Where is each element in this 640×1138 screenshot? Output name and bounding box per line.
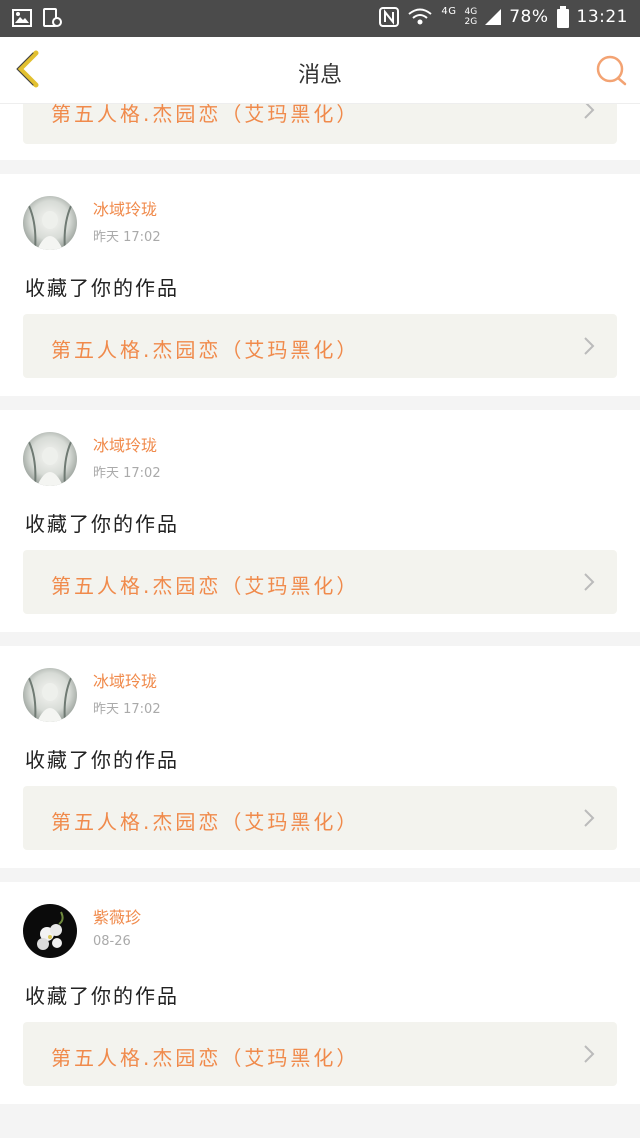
action-text: 收藏了你的作品	[25, 984, 179, 1008]
work-title: 第五人格.杰园恋（艾玛黑化）	[51, 104, 360, 126]
timestamp: 08-26	[93, 934, 131, 949]
timestamp: 昨天 17:02	[93, 230, 161, 245]
action-text: 收藏了你的作品	[25, 512, 179, 536]
user-meta: 紫薇珍 08-26	[93, 908, 141, 949]
user-row[interactable]: 紫薇珍 08-26	[23, 904, 141, 958]
work-title: 第五人格.杰园恋（艾玛黑化）	[51, 1046, 360, 1070]
work-title: 第五人格.杰园恋（艾玛黑化）	[51, 810, 360, 834]
username[interactable]: 冰域玲珑	[93, 200, 161, 220]
search-button[interactable]	[594, 53, 628, 87]
user-row[interactable]: 冰域玲珑 昨天 17:02	[23, 668, 161, 722]
network2-label: 4G 2G	[464, 7, 478, 27]
nfc-icon	[379, 7, 400, 27]
user-row[interactable]: 冰域玲珑 昨天 17:02	[23, 196, 161, 250]
status-left-icons	[12, 8, 62, 28]
action-text: 收藏了你的作品	[25, 748, 179, 772]
user-meta: 冰域玲珑 昨天 17:02	[93, 672, 161, 717]
message-card: 紫薇珍 08-26 收藏了你的作品 第五人格.杰园恋（艾玛黑化）	[0, 882, 640, 1104]
gallery-icon	[12, 9, 32, 27]
device-icon	[43, 8, 62, 27]
clock: 13:21	[576, 7, 628, 27]
message-card: 冰域玲珑 昨天 17:02 收藏了你的作品 第五人格.杰园恋（艾玛黑化）	[0, 646, 640, 868]
work-link[interactable]: 第五人格.杰园恋（艾玛黑化）	[23, 786, 617, 850]
work-link[interactable]: 第五人格.杰园恋（艾玛黑化）	[23, 104, 617, 144]
timestamp: 昨天 17:02	[93, 466, 161, 481]
avatar[interactable]	[23, 196, 77, 250]
username[interactable]: 紫薇珍	[93, 908, 141, 928]
status-bar: 4G 4G 2G 78% 13:21	[0, 0, 640, 37]
wifi-icon	[408, 8, 433, 25]
chevron-right-icon	[584, 809, 595, 827]
user-meta: 冰域玲珑 昨天 17:02	[93, 200, 161, 245]
username[interactable]: 冰域玲珑	[93, 436, 161, 456]
username[interactable]: 冰域玲珑	[93, 672, 161, 692]
work-link[interactable]: 第五人格.杰园恋（艾玛黑化）	[23, 550, 617, 614]
status-right-icons: 4G 4G 2G 78% 13:21	[379, 6, 628, 28]
chevron-right-icon	[584, 573, 595, 591]
work-link[interactable]: 第五人格.杰园恋（艾玛黑化）	[23, 1022, 617, 1086]
app-header: 消息	[0, 37, 640, 104]
work-title: 第五人格.杰园恋（艾玛黑化）	[51, 574, 360, 598]
chevron-right-icon	[584, 1045, 595, 1063]
battery-icon	[556, 6, 569, 28]
work-title: 第五人格.杰园恋（艾玛黑化）	[51, 338, 360, 362]
avatar[interactable]	[23, 668, 77, 722]
battery-percent: 78%	[509, 7, 549, 27]
network-label: 4G	[441, 6, 457, 17]
page-title: 消息	[297, 63, 342, 88]
signal-icon	[485, 9, 502, 25]
action-text: 收藏了你的作品	[25, 276, 179, 300]
avatar[interactable]	[23, 904, 77, 958]
message-card-partial: 第五人格.杰园恋（艾玛黑化）	[0, 104, 640, 160]
message-card: 冰域玲珑 昨天 17:02 收藏了你的作品 第五人格.杰园恋（艾玛黑化）	[0, 174, 640, 396]
search-icon	[596, 55, 627, 86]
chevron-right-icon	[584, 104, 595, 119]
chevron-right-icon	[584, 337, 595, 355]
timestamp: 昨天 17:02	[93, 702, 161, 717]
work-link[interactable]: 第五人格.杰园恋（艾玛黑化）	[23, 314, 617, 378]
message-list[interactable]: 第五人格.杰园恋（艾玛黑化） 冰域玲珑 昨天 17:02 收藏了你的作品 第五人…	[0, 104, 640, 1138]
message-card: 冰域玲珑 昨天 17:02 收藏了你的作品 第五人格.杰园恋（艾玛黑化）	[0, 410, 640, 632]
avatar[interactable]	[23, 432, 77, 486]
user-row[interactable]: 冰域玲珑 昨天 17:02	[23, 432, 161, 486]
user-meta: 冰域玲珑 昨天 17:02	[93, 436, 161, 481]
